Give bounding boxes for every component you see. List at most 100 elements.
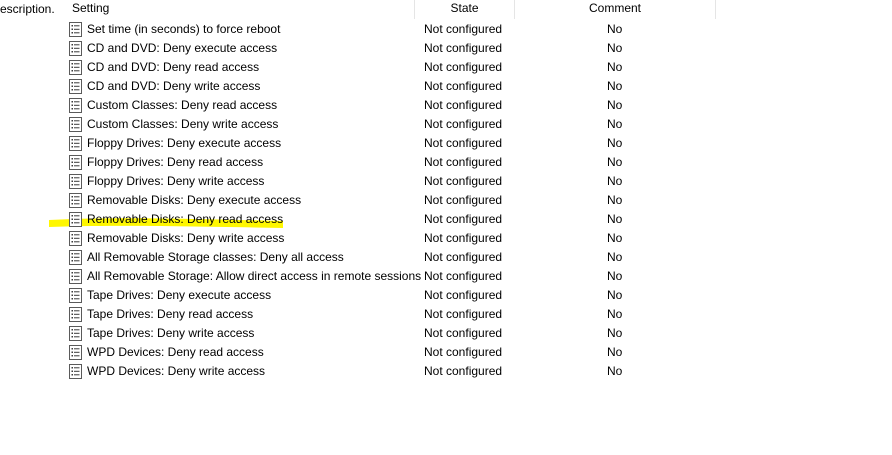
column-header-comment[interactable]: Comment [515,0,716,19]
setting-name[interactable]: Tape Drives: Deny write access [87,324,254,343]
table-row[interactable]: Tape Drives: Deny read access Not configu… [64,305,764,324]
setting-name[interactable]: Custom Classes: Deny write access [87,115,278,134]
table-row[interactable]: CD and DVD: Deny execute access Not confi… [64,39,764,58]
setting-comment: No [607,231,623,245]
table-row[interactable]: Floppy Drives: Deny read access Not confi… [64,153,764,172]
setting-state: Not configured [424,269,503,283]
table-row[interactable]: Custom Classes: Deny write access Not con… [64,115,764,134]
setting-comment: No [607,193,623,207]
table-row[interactable]: WPD Devices: Deny read access Not configu… [64,343,764,362]
setting-name[interactable]: Floppy Drives: Deny read access [87,153,263,172]
setting-comment: No [607,364,623,378]
policy-setting-icon [69,326,82,341]
table-row[interactable]: Floppy Drives: Deny write access Not conf… [64,172,764,191]
policy-setting-icon [69,288,82,303]
table-row[interactable]: All Removable Storage classes: Deny all … [64,248,764,267]
policy-setting-icon [69,269,82,284]
setting-comment: No [607,98,623,112]
column-header-state[interactable]: State [415,0,515,19]
setting-comment: No [607,155,623,169]
table-row[interactable]: All Removable Storage: Allow direct acce… [64,267,764,286]
setting-comment: No [607,250,623,264]
policy-setting-icon [69,345,82,360]
policy-setting-icon [69,136,82,151]
policy-setting-icon [69,307,82,322]
policy-settings-pane: escription. Setting State Comment Set ti… [0,0,892,455]
policy-setting-icon [69,41,82,56]
policy-setting-icon [69,117,82,132]
setting-state: Not configured [424,79,503,93]
policy-setting-icon [69,212,82,227]
table-row[interactable]: Removable Disks: Deny read access Not con… [64,210,764,229]
setting-comment: No [607,307,623,321]
table-row[interactable]: Removable Disks: Deny execute access Not … [64,191,764,210]
setting-name[interactable]: WPD Devices: Deny read access [87,343,264,362]
setting-comment: No [607,60,623,74]
table-row[interactable]: Tape Drives: Deny execute access Not conf… [64,286,764,305]
setting-comment: No [607,79,623,93]
setting-name[interactable]: CD and DVD: Deny execute access [87,39,277,58]
setting-state: Not configured [424,98,503,112]
setting-name[interactable]: Custom Classes: Deny read access [87,96,277,115]
setting-name[interactable]: Removable Disks: Deny write access [87,229,284,248]
policy-setting-icon [69,174,82,189]
policy-setting-icon [69,155,82,170]
setting-name[interactable]: Removable Disks: Deny read access [87,210,283,229]
setting-name[interactable]: Tape Drives: Deny read access [87,305,253,324]
setting-comment: No [607,345,623,359]
setting-name[interactable]: Set time (in seconds) to force reboot [87,20,280,39]
setting-comment: No [607,174,623,188]
column-header-setting[interactable]: Setting [64,0,415,19]
setting-state: Not configured [424,212,503,226]
setting-name[interactable]: WPD Devices: Deny write access [87,362,265,381]
table-row[interactable]: Tape Drives: Deny write access Not config… [64,324,764,343]
setting-comment: No [607,288,623,302]
setting-state: Not configured [424,345,503,359]
setting-state: Not configured [424,174,503,188]
policy-setting-icon [69,231,82,246]
description-column-fragment: escription. [0,2,55,16]
setting-state: Not configured [424,136,503,150]
setting-name[interactable]: CD and DVD: Deny write access [87,77,260,96]
setting-comment: No [607,136,623,150]
setting-state: Not configured [424,364,503,378]
setting-state: Not configured [424,22,503,36]
setting-state: Not configured [424,193,503,207]
policy-setting-icon [69,364,82,379]
setting-comment: No [607,41,623,55]
table-row[interactable]: WPD Devices: Deny write access Not config… [64,362,764,381]
setting-name[interactable]: CD and DVD: Deny read access [87,58,259,77]
table-row[interactable]: CD and DVD: Deny write access Not configu… [64,77,764,96]
setting-state: Not configured [424,60,503,74]
setting-state: Not configured [424,41,503,55]
setting-name[interactable]: Floppy Drives: Deny write access [87,172,264,191]
policy-setting-icon [69,60,82,75]
setting-name[interactable]: Tape Drives: Deny execute access [87,286,271,305]
setting-state: Not configured [424,288,503,302]
setting-state: Not configured [424,250,503,264]
policy-setting-icon [69,22,82,37]
settings-list: Set time (in seconds) to force reboot Not… [64,20,764,381]
table-row[interactable]: CD and DVD: Deny read access Not configur… [64,58,764,77]
policy-setting-icon [69,98,82,113]
table-row[interactable]: Custom Classes: Deny read access Not conf… [64,96,764,115]
policy-setting-icon [69,250,82,265]
setting-name[interactable]: All Removable Storage: Allow direct acce… [87,267,421,286]
column-header-row: Setting State Comment [64,0,892,19]
policy-setting-icon [69,193,82,208]
table-row[interactable]: Set time (in seconds) to force reboot Not… [64,20,764,39]
setting-comment: No [607,117,623,131]
setting-comment: No [607,326,623,340]
setting-state: Not configured [424,307,503,321]
setting-name[interactable]: All Removable Storage classes: Deny all … [87,248,344,267]
setting-state: Not configured [424,117,503,131]
setting-name[interactable]: Floppy Drives: Deny execute access [87,134,281,153]
setting-state: Not configured [424,155,503,169]
table-row[interactable]: Removable Disks: Deny write access Not co… [64,229,764,248]
setting-comment: No [607,212,623,226]
table-row[interactable]: Floppy Drives: Deny execute access Not co… [64,134,764,153]
setting-state: Not configured [424,326,503,340]
setting-comment: No [607,22,623,36]
setting-name[interactable]: Removable Disks: Deny execute access [87,191,301,210]
setting-comment: No [607,269,623,283]
